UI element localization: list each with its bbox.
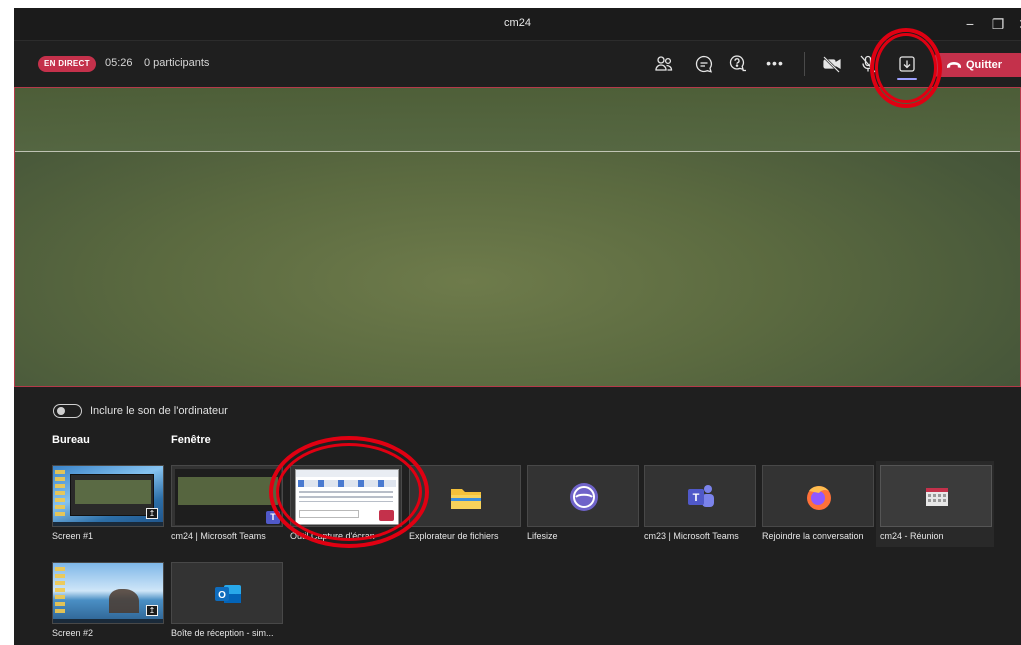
- camera-off-icon[interactable]: [821, 53, 843, 75]
- tile-thumbnail: [409, 465, 521, 527]
- tile-label: Screen #1: [52, 531, 94, 541]
- desktop-icons: [55, 567, 65, 615]
- meeting-timer: 05:26: [105, 57, 133, 69]
- tile-label: cm24 - Réunion: [880, 531, 944, 541]
- include-sound-label: Inclure le son de l'ordinateur: [90, 405, 228, 417]
- lifesize-icon: [566, 479, 602, 515]
- tile-thumbnail: [527, 465, 639, 527]
- question-answer-icon[interactable]: [727, 53, 749, 75]
- snipping-tool-icon: [379, 510, 394, 521]
- meeting-toolbar: EN DIRECT 05:26 0 participants ••• Quitt…: [14, 42, 1021, 86]
- share-tray-icon[interactable]: [896, 53, 918, 75]
- video-top-band: [15, 88, 1020, 151]
- svg-text:T: T: [693, 492, 700, 504]
- share-screen-icon: ↥: [146, 508, 158, 519]
- tile-thumbnail: ↥: [52, 465, 164, 527]
- share-tile-screen-2[interactable]: ↥ Screen #2: [52, 562, 164, 644]
- leave-label: Quitter: [966, 59, 1003, 71]
- tile-label: cm24 | Microsoft Teams: [171, 531, 266, 541]
- share-tile-window[interactable]: Rejoindre la conversation: [762, 465, 874, 547]
- share-tray: Inclure le son de l'ordinateur Bureau Fe…: [14, 388, 1021, 645]
- leave-button[interactable]: Quitter: [935, 53, 1021, 77]
- desktop-icons: [55, 470, 65, 518]
- tile-label: Explorateur de fichiers: [409, 531, 499, 541]
- title-bar: cm24 − ❐ ✕: [14, 8, 1021, 41]
- teams-meeting-window: cm24 − ❐ ✕ EN DIRECT 05:26 0 participant…: [14, 8, 1021, 645]
- shared-video-stage: [14, 87, 1021, 387]
- tile-thumbnail: T: [171, 465, 283, 527]
- include-sound-toggle[interactable]: [53, 404, 82, 418]
- share-tile-window[interactable]: T cm24 | Microsoft Teams: [171, 465, 283, 547]
- maximize-button[interactable]: ❐: [984, 8, 1012, 41]
- share-tile-window[interactable]: cm24 - Réunion: [876, 461, 994, 547]
- desktop-taskbar: [53, 619, 163, 623]
- share-tile-window[interactable]: T cm23 | Microsoft Teams: [644, 465, 756, 547]
- tile-label: Lifesize: [527, 531, 558, 541]
- toggle-knob: [57, 407, 65, 415]
- participant-count: 0 participants: [144, 57, 210, 69]
- tile-label: cm23 | Microsoft Teams: [644, 531, 739, 541]
- share-active-indicator: [897, 78, 917, 80]
- firefox-icon: [801, 479, 837, 515]
- hang-up-icon: [947, 62, 961, 68]
- share-screen-icon: ↥: [146, 605, 158, 616]
- desktop-taskbar: [53, 522, 163, 526]
- share-tile-window[interactable]: O Boîte de réception - sim...: [171, 562, 283, 644]
- chat-icon[interactable]: [693, 53, 715, 75]
- share-tile-screen-1[interactable]: ↥ Screen #1: [52, 465, 164, 547]
- share-tile-window[interactable]: Outil Capture d'écran: [290, 465, 402, 547]
- tile-label: Screen #2: [52, 628, 94, 638]
- teams-logo-icon: T: [266, 511, 280, 524]
- mic-off-icon[interactable]: [857, 53, 879, 75]
- share-tile-window[interactable]: Lifesize: [527, 465, 639, 547]
- wallpaper-rock: [109, 589, 139, 613]
- tile-thumbnail: [290, 465, 402, 527]
- folder-icon: [448, 479, 484, 515]
- tile-thumbnail: [762, 465, 874, 527]
- tile-thumbnail: O: [171, 562, 283, 624]
- live-badge: EN DIRECT: [38, 56, 96, 72]
- share-tile-window[interactable]: Explorateur de fichiers: [409, 465, 521, 547]
- tile-thumbnail: ↥: [52, 562, 164, 624]
- video-divider-line: [15, 151, 1020, 152]
- window-title: cm24: [504, 17, 531, 29]
- minimize-button[interactable]: −: [956, 8, 984, 41]
- teams-icon: T: [683, 479, 719, 515]
- svg-text:O: O: [218, 590, 226, 601]
- teams-window-preview: T: [175, 469, 281, 525]
- more-icon[interactable]: •••: [764, 53, 786, 75]
- section-desktop-label: Bureau: [52, 434, 90, 446]
- tile-thumbnail: T: [644, 465, 756, 527]
- outlook-icon: O: [210, 576, 246, 612]
- tile-label: Rejoindre la conversation: [762, 531, 864, 541]
- section-window-label: Fenêtre: [171, 434, 211, 446]
- snipping-tool-preview: [295, 469, 399, 525]
- people-icon[interactable]: [653, 53, 675, 75]
- calendar-icon: [919, 479, 955, 515]
- toolbar-divider: [804, 52, 805, 76]
- desktop-window-preview: [70, 474, 154, 516]
- tile-label: Boîte de réception - sim...: [171, 628, 274, 638]
- tile-thumbnail: [880, 465, 992, 527]
- close-button[interactable]: ✕: [1010, 8, 1021, 41]
- tile-label: Outil Capture d'écran: [290, 531, 375, 541]
